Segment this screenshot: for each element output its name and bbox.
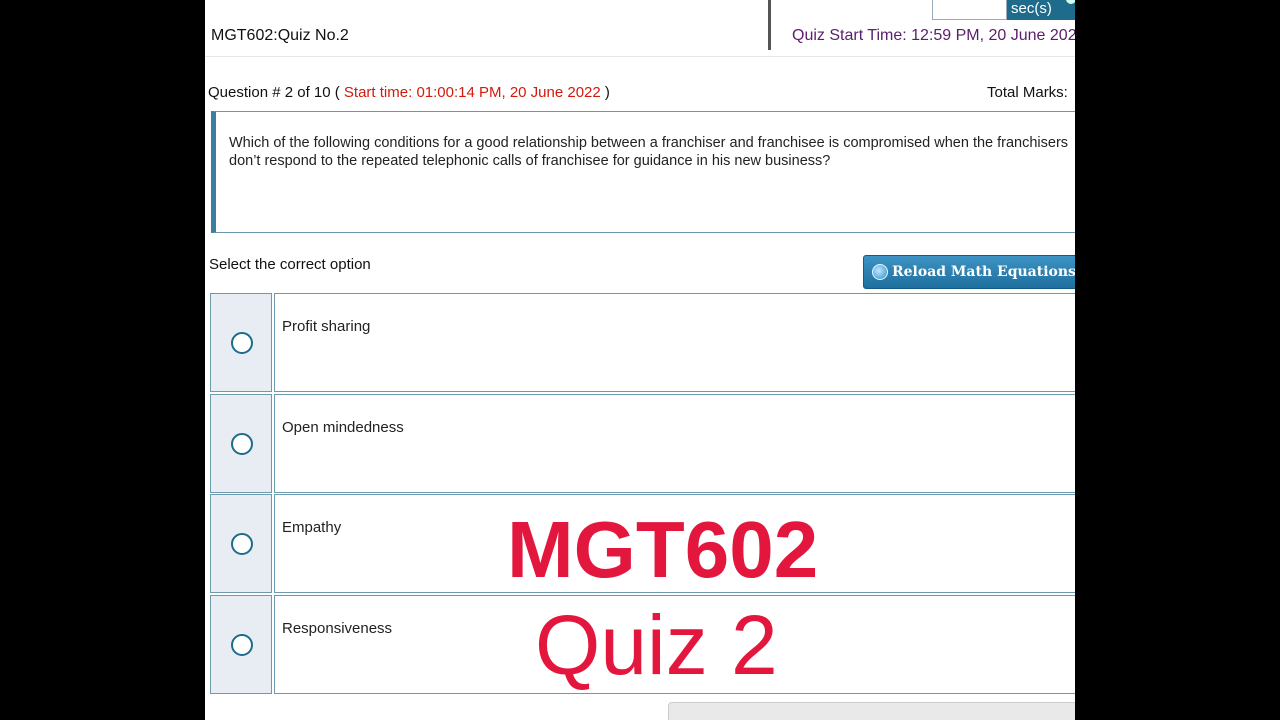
question-box: Which of the following conditions for a …	[211, 111, 1075, 233]
question-start-time: Start time: 01:00:14 PM, 20 June 2022	[343, 84, 601, 101]
option-radio-cell	[210, 394, 272, 493]
option-text-cell[interactable]: Open mindedness	[274, 394, 1075, 493]
header-divider	[768, 0, 771, 50]
option-label: Profit sharing	[282, 318, 371, 335]
option-radio[interactable]	[231, 533, 253, 555]
option-radio[interactable]	[231, 634, 253, 656]
option-radio[interactable]	[231, 433, 253, 455]
total-marks: Total Marks:	[987, 84, 1068, 101]
select-option-label: Select the correct option	[209, 256, 371, 273]
timer-badge-icon	[1066, 0, 1075, 4]
overlay-course-code: MGT602	[507, 505, 819, 594]
question-header: Question # 2 of 10 ( Start time: 01:00:1…	[208, 84, 610, 101]
reload-math-equations-button[interactable]: Reload Math Equations	[863, 255, 1075, 289]
option-label: Responsiveness	[282, 620, 393, 637]
question-text: Which of the following conditions for a …	[229, 135, 1069, 169]
option-row[interactable]: Profit sharing	[209, 292, 1075, 392]
overlay-quiz-number: Quiz 2	[535, 598, 778, 692]
option-radio-cell	[210, 494, 272, 593]
option-row[interactable]: Open mindedness	[209, 393, 1075, 493]
header-separator	[205, 56, 1075, 57]
reload-icon	[872, 264, 888, 280]
reload-button-label: Reload Math Equations	[892, 264, 1075, 280]
option-label: Empathy	[282, 519, 342, 536]
option-label: Open mindedness	[282, 419, 404, 436]
option-radio[interactable]	[231, 332, 253, 354]
timer-unit-box: sec(s)	[1007, 0, 1075, 20]
quiz-page: sec(s) MGT602:Quiz No.2 Quiz Start Time:…	[205, 0, 1075, 720]
timer-value-box	[932, 0, 1007, 20]
quiz-title: MGT602:Quiz No.2	[211, 27, 349, 44]
quiz-start-time: Quiz Start Time: 12:59 PM, 20 June 202	[792, 27, 1075, 44]
question-number-suffix: )	[600, 84, 610, 101]
option-radio-cell	[210, 293, 272, 392]
bottom-action-button[interactable]	[668, 702, 1075, 720]
option-radio-cell	[210, 595, 272, 694]
question-number: Question # 2 of 10 (	[208, 84, 344, 101]
timer-unit: sec(s)	[1011, 0, 1052, 17]
option-text-cell[interactable]: Profit sharing	[274, 293, 1075, 392]
